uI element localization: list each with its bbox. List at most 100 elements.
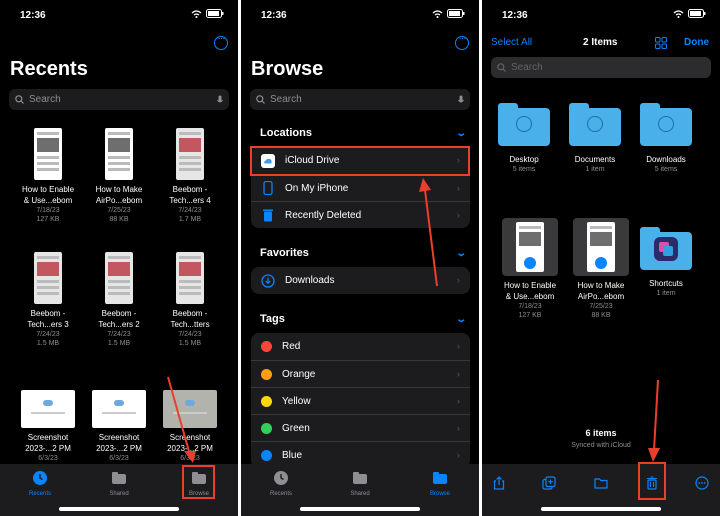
file-thumbnail [573, 218, 629, 276]
status-bar: 12:36 [0, 8, 238, 24]
file-item[interactable]: How to Enable & Use...ebom 7/18/23 127 K… [13, 128, 83, 224]
folder-item[interactable]: Documents 1 item [560, 103, 630, 174]
file-item[interactable]: Beebom - Tech...ers 3 7/24/23 1.5 MB [13, 252, 83, 348]
move-folder-icon[interactable] [594, 476, 608, 490]
wifi-icon [673, 9, 684, 18]
select-all-button[interactable]: Select All [491, 37, 532, 48]
tab-recents[interactable]: Recents [15, 470, 65, 497]
status-time: 12:36 [502, 10, 528, 21]
folder-icon [433, 472, 447, 484]
annotation-arrow [419, 178, 438, 287]
file-thumbnail [21, 390, 75, 428]
search-input[interactable]: Search [250, 89, 470, 110]
file-item[interactable]: Screenshot 2023-...2 PM 6/3/23 [13, 390, 83, 463]
tab-recents[interactable]: Recents [256, 470, 306, 497]
search-input[interactable]: Search [9, 89, 229, 110]
chevron-down-icon[interactable]: ⌄ [455, 128, 467, 139]
tag-red[interactable]: Red › [251, 333, 470, 360]
tag-color-dot [261, 368, 272, 380]
status-icons [432, 9, 465, 18]
folder-item[interactable]: Shortcuts 1 item [631, 227, 701, 298]
chevron-right-icon: › [457, 369, 460, 379]
checkmark-icon [523, 256, 537, 270]
chevron-right-icon: › [457, 396, 460, 406]
tags-list: Red › Orange › Yellow › Green › Blue › [251, 333, 470, 468]
locations-header[interactable]: Locations [260, 127, 312, 139]
file-thumbnail [105, 252, 133, 304]
tag-orange[interactable]: Orange › [251, 360, 470, 387]
microphone-icon[interactable] [458, 95, 464, 105]
icloud-drive-screen: 12:36 Select All 2 Items Done Search Des… [482, 0, 720, 516]
search-placeholder: Search [511, 62, 543, 73]
grid-view-icon[interactable] [655, 37, 667, 49]
battery-icon [206, 9, 224, 18]
search-icon [497, 63, 506, 72]
home-indicator [300, 507, 420, 511]
chevron-right-icon: › [457, 450, 460, 460]
file-item[interactable]: Beebom - Tech...ers 2 7/24/23 1.5 MB [84, 252, 154, 348]
battery-icon [688, 9, 706, 18]
chevron-right-icon: › [457, 341, 460, 351]
done-button[interactable]: Done [684, 37, 709, 48]
tab-shared[interactable]: Shared [94, 470, 144, 497]
tag-green[interactable]: Green › [251, 414, 470, 441]
file-item[interactable]: Screenshot 2023-...2 PM 6/3/23 [84, 390, 154, 463]
selected-file-item[interactable]: How to Make AirPo...ebom 7/25/23 88 KB [566, 218, 636, 320]
battery-icon [447, 9, 465, 18]
more-options-icon[interactable] [695, 476, 709, 490]
tab-browse[interactable]: Browse [415, 470, 465, 497]
chevron-right-icon: › [457, 275, 460, 285]
favorites-header[interactable]: Favorites [260, 247, 309, 259]
microphone-icon[interactable] [217, 95, 223, 105]
tag-yellow[interactable]: Yellow › [251, 387, 470, 414]
page-title: Recents [10, 58, 88, 80]
file-thumbnail [176, 252, 204, 304]
selected-file-item[interactable]: How to Enable & Use...ebom 7/18/23 127 K… [495, 218, 565, 320]
folder-icon [498, 103, 550, 146]
more-options-icon[interactable] [214, 33, 228, 50]
annotation-arrow [167, 376, 196, 463]
status-bar: 12:36 [241, 8, 479, 24]
shared-folder-icon [112, 472, 126, 484]
file-item[interactable]: Beebom - Tech...tters 7/24/23 1.5 MB [155, 252, 225, 348]
selection-toolbar [482, 464, 720, 516]
tag-color-dot [261, 341, 272, 352]
duplicate-icon[interactable] [542, 476, 556, 490]
file-item[interactable]: How to Make AirPo...ebom 7/25/23 88 KB [84, 128, 154, 224]
status-time: 12:36 [261, 10, 287, 21]
search-placeholder: Search [270, 94, 302, 105]
shared-folder-icon [353, 472, 367, 484]
chevron-down-icon[interactable]: ⌄ [455, 248, 467, 259]
file-item[interactable]: Beebom - Tech...ers 4 7/24/23 1.7 MB [155, 128, 225, 224]
status-bar: 12:36 [482, 8, 720, 24]
annotation-arrow [648, 379, 660, 462]
chevron-down-icon[interactable]: ⌄ [455, 314, 467, 325]
search-input[interactable]: Search [491, 57, 711, 78]
share-icon[interactable] [492, 476, 506, 490]
file-thumbnail [105, 128, 133, 180]
tab-bar: Recents Shared Browse [241, 464, 479, 516]
trash-icon [263, 209, 273, 222]
chevron-right-icon: › [457, 423, 460, 433]
file-thumbnail [92, 390, 146, 428]
folder-item[interactable]: Desktop 5 items [489, 103, 559, 174]
item-count: 6 items [585, 428, 617, 438]
search-placeholder: Search [29, 94, 61, 105]
tag-color-dot [261, 395, 272, 407]
chevron-right-icon: › [457, 183, 460, 193]
file-thumbnail [176, 128, 204, 180]
tab-shared[interactable]: Shared [335, 470, 385, 497]
highlight-box [638, 462, 666, 500]
shortcuts-folder-icon [640, 227, 692, 270]
more-options-icon[interactable] [455, 33, 469, 50]
checkmark-icon [594, 256, 608, 270]
chevron-right-icon: › [457, 210, 460, 220]
folder-item[interactable]: Downloads 5 items [631, 103, 701, 174]
wifi-icon [432, 9, 443, 18]
tag-color-dot [261, 422, 272, 434]
tags-header[interactable]: Tags [260, 313, 285, 325]
clock-icon [274, 471, 288, 485]
file-thumbnail [34, 252, 62, 304]
shortcuts-icon [654, 237, 678, 261]
browse-screen: 12:36 Browse Search Locations ⌄ iCloud D… [241, 0, 479, 516]
